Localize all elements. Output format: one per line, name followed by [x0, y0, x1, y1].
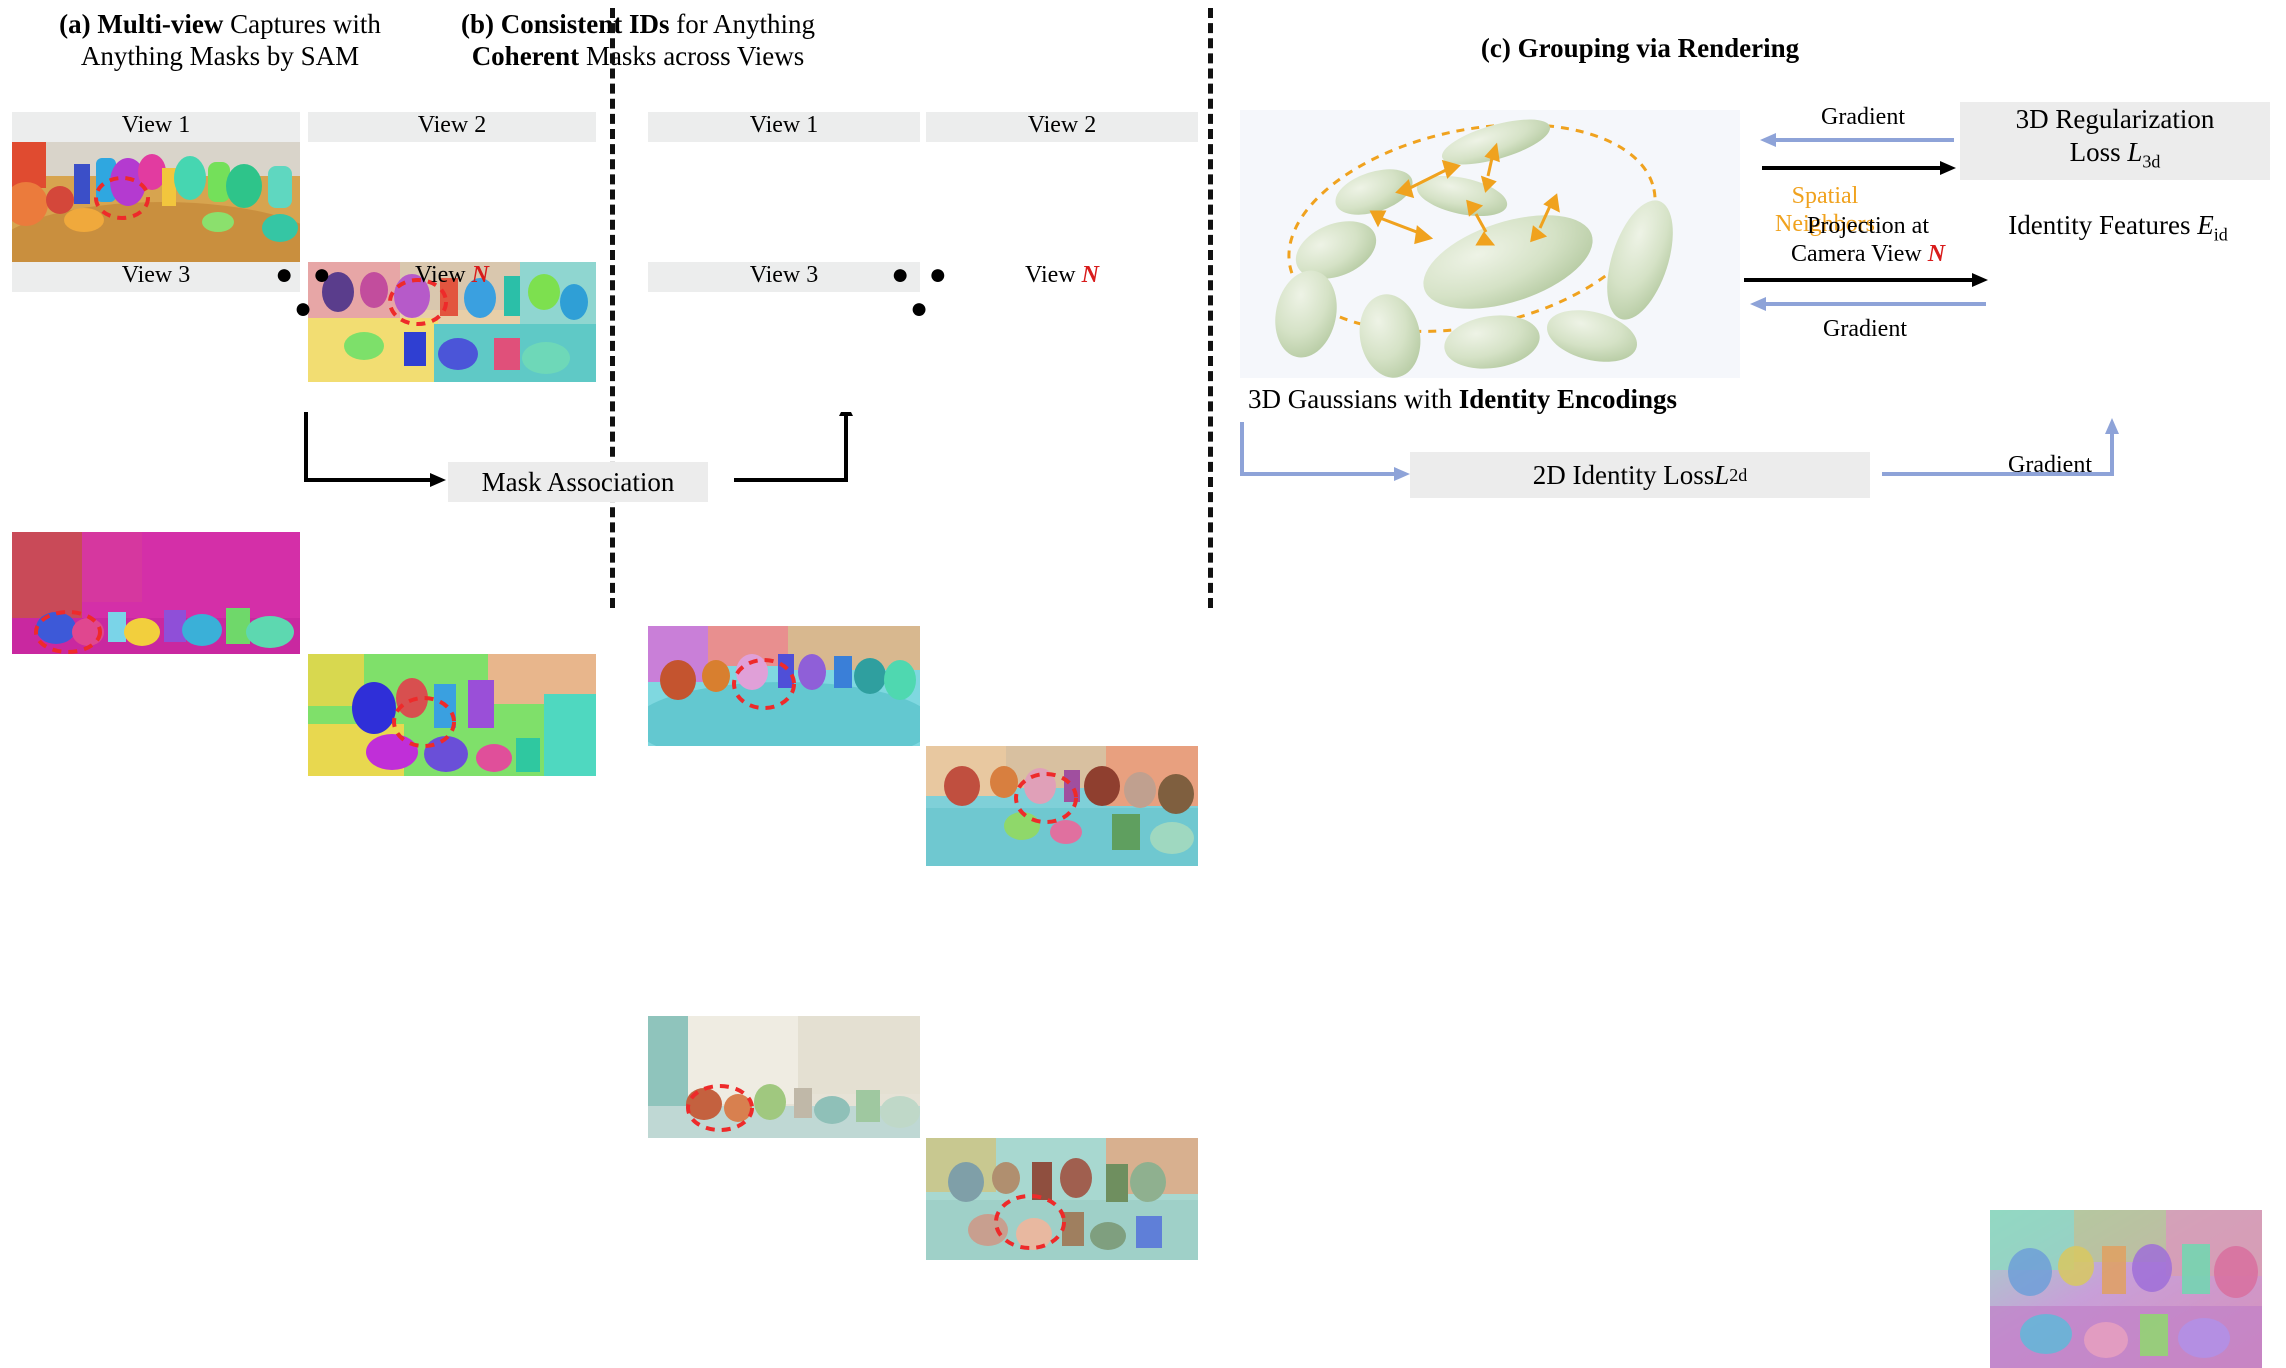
- panel-a-view1-label-band: View 1: [12, 112, 300, 142]
- panel-a-viewN-label-band: View N: [308, 262, 596, 292]
- gradient-top-label: Gradient: [1798, 104, 1928, 131]
- reg-loss-line2: Loss L3d: [2070, 136, 2161, 178]
- reg-loss-line1: 3D Regularization: [2015, 104, 2215, 135]
- panel-b-title: (b) Consistent IDs for Anything Coherent…: [448, 8, 828, 72]
- panel-a-title-bold: (a) Multi-view: [59, 9, 224, 39]
- reg-loss-box: 3D Regularization Loss L3d: [1960, 102, 2270, 180]
- mask-association-label: Mask Association: [481, 466, 675, 497]
- panel-a-viewN-label-suffix: N: [471, 262, 489, 288]
- identity-loss-plain: 2D Identity Loss: [1532, 459, 1715, 490]
- identity-loss-sub: 2d: [1729, 464, 1748, 485]
- panel-a-view3-label-band: View 3: [12, 262, 300, 292]
- gaussians-caption-bold: Identity Encodings: [1458, 384, 1678, 414]
- panel-b-title-line2-bold: Coherent: [471, 41, 580, 71]
- panel-a-title: (a) Multi-view Captures with Anything Ma…: [20, 8, 420, 72]
- panel-b-view1-label-band: View 1: [648, 112, 920, 142]
- gradient-mid-arrow: [1750, 297, 1986, 311]
- panel-c-title-text: (c) Grouping via Rendering: [1480, 33, 1800, 63]
- panel-a-title-line2: Anything Masks by SAM: [80, 41, 360, 71]
- spatial-neighbors-line1: Spatial: [1791, 183, 1859, 209]
- panel-a-view2-label: View 2: [417, 112, 487, 138]
- separator-a-b: [610, 8, 615, 608]
- identity-features-id: id: [2213, 224, 2228, 245]
- panel-c-title: (c) Grouping via Rendering: [1240, 32, 2040, 64]
- projection-label: Projection at Camera View N: [1758, 212, 1978, 268]
- panel-a-view2-label-band: View 2: [308, 112, 596, 142]
- panel-b-viewN-label-suffix: N: [1081, 262, 1099, 288]
- gradient-mid-label: Gradient: [1790, 316, 1940, 343]
- panel-a-view1-image: [12, 142, 300, 262]
- projection-line2-plain: Camera View: [1790, 241, 1928, 267]
- panel-b-view2-image: [926, 746, 1198, 866]
- identity-loss-box: 2D Identity Loss L 2d: [1410, 452, 1870, 498]
- gaussians-canvas: [1240, 110, 1740, 378]
- panel-b-viewN-label-prefix: View: [1025, 262, 1082, 288]
- identity-features-image: [1990, 1210, 2262, 1368]
- panel-b-view2-label: View 2: [1027, 112, 1097, 138]
- panel-b-view1-label: View 1: [749, 112, 819, 138]
- gradient-top-arrow: [1760, 133, 1954, 147]
- panel-b-view3-label: View 3: [749, 262, 819, 288]
- reg-loss-line2-plain: Loss: [2069, 137, 2128, 168]
- gaussians-caption: 3D Gaussians with Identity Encodings: [1248, 384, 1768, 415]
- panel-b-view2-label-band: View 2: [926, 112, 1198, 142]
- panel-b-view3-image: [648, 1016, 920, 1138]
- projection-line2: Camera View N: [1758, 240, 1978, 268]
- mask-association-box: Mask Association: [448, 462, 708, 502]
- panel-a-viewN-label-prefix: View: [415, 262, 472, 288]
- panel-a-view1-label: View 1: [121, 112, 191, 138]
- gradient-mid-text: Gradient: [1823, 316, 1907, 342]
- projection-line2-red: N: [1927, 241, 1946, 267]
- projection-arrow: [1744, 273, 1988, 287]
- identity-features-label: Identity Features Eid: [1958, 210, 2278, 245]
- identity-features-text: Identity Features: [2008, 210, 2198, 240]
- identity-loss-math: L: [1714, 459, 1730, 490]
- panel-a-title-rest: Captures with: [223, 9, 381, 39]
- reg-loss-math: L: [2127, 137, 2143, 168]
- panel-b-view1-image: [648, 626, 920, 746]
- gradient-bottom-label: Gradient: [1960, 452, 2140, 479]
- gaussians-caption-plain: 3D Gaussians with: [1248, 384, 1459, 414]
- reg-loss-arrow: [1762, 161, 1956, 175]
- gradient-top-text: Gradient: [1821, 104, 1905, 130]
- identity-features-E: E: [2197, 210, 2214, 240]
- gradient-bottom-text: Gradient: [2008, 452, 2092, 478]
- panel-a-viewN-image: [308, 654, 596, 776]
- panel-b-viewN-image: [926, 1138, 1198, 1260]
- reg-loss-sub: 3d: [2142, 151, 2161, 172]
- panel-b-title-rest: for Anything: [669, 9, 816, 39]
- panel-a-view3-label: View 3: [121, 262, 191, 288]
- panel-b-viewN-label-band: View N: [926, 262, 1198, 292]
- projection-line1: Projection at: [1807, 213, 1929, 239]
- panel-b-title-bold: (b) Consistent IDs: [460, 9, 670, 39]
- panel-a-view3-image: [12, 532, 300, 654]
